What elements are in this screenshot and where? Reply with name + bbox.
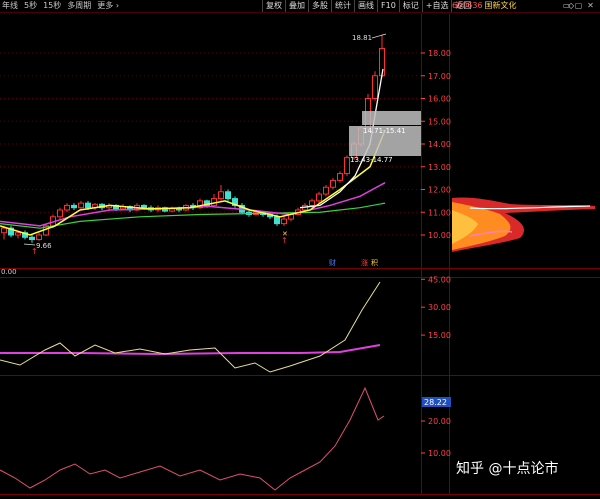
candle-body <box>57 209 63 218</box>
price-tick-label: 14.00 <box>428 140 451 149</box>
candle-body <box>337 173 343 181</box>
ind2-line <box>0 386 385 491</box>
price-tick-label: 17.00 <box>428 72 451 81</box>
candle-body <box>29 236 35 241</box>
candle-body <box>141 204 147 209</box>
price-tick-label: 18.00 <box>428 49 451 58</box>
candle-body <box>225 191 231 200</box>
indicator1-zero-label: 0.00 <box>1 268 17 276</box>
box-label-upper: 14.71-15.41 <box>363 127 406 135</box>
candle-body <box>281 218 287 225</box>
ind1-tick-label: 30.00 <box>428 303 451 312</box>
indicator1-series <box>0 281 381 373</box>
limit-up-marker[interactable]: 涨 <box>361 258 368 267</box>
candle-body <box>176 208 182 211</box>
ind1-tick-label: 45.00 <box>428 275 451 284</box>
ind1-yellow-line <box>0 281 381 373</box>
candle-body <box>323 186 329 195</box>
buy-arrow-icon: ↑ <box>31 247 38 256</box>
price-tick-label: 15.00 <box>428 117 451 126</box>
price-tick-label: 13.00 <box>428 163 451 172</box>
price-tick-label: 10.00 <box>428 231 451 240</box>
resistance-box-upper <box>362 111 421 125</box>
candle-body <box>218 191 224 200</box>
indicator2-value: 28.22 <box>424 398 447 407</box>
candle-body <box>309 200 315 206</box>
candle-body <box>169 208 175 212</box>
candle-body <box>15 232 21 236</box>
box-label-lower: 13.43-14.77 <box>350 156 393 164</box>
candle-body <box>372 75 378 99</box>
low-price-label: 9.66 <box>36 242 52 250</box>
price-tick-label: 12.00 <box>428 186 451 195</box>
candle-body <box>274 216 280 225</box>
signal-x-icon: ✕ <box>282 230 288 238</box>
ma-yellow-line <box>0 130 386 236</box>
ind2-tick-label: 20.00 <box>428 417 451 426</box>
candle-body <box>78 202 84 209</box>
candle-body <box>316 193 322 202</box>
indicator2-series <box>0 386 385 491</box>
ind1-tick-label: 15.00 <box>428 331 451 340</box>
candle-body <box>330 179 336 188</box>
ind2-tick-label: 10.00 <box>428 449 451 458</box>
candle-body <box>1 227 7 234</box>
price-tick-label: 11.00 <box>428 208 451 217</box>
candle-body <box>36 234 42 241</box>
candle-body <box>71 204 77 209</box>
high-price-label: 18.81 <box>352 34 372 42</box>
watermark: 知乎 @十点论市 <box>456 461 559 477</box>
diamond-icon[interactable]: ◇ <box>568 1 575 10</box>
candle-body <box>85 202 91 209</box>
candle-body <box>344 157 350 175</box>
candle-body <box>64 204 70 211</box>
finance-marker[interactable]: 财 <box>329 258 336 267</box>
chip-distribution <box>452 197 595 252</box>
accumulate-marker[interactable]: 积 <box>371 258 378 267</box>
kline-chart[interactable]: 18.00 17.00 16.00 15.00 14.00 13.00 12.00 11.00… <box>0 0 600 499</box>
price-tick-label: 16.00 <box>428 95 451 104</box>
